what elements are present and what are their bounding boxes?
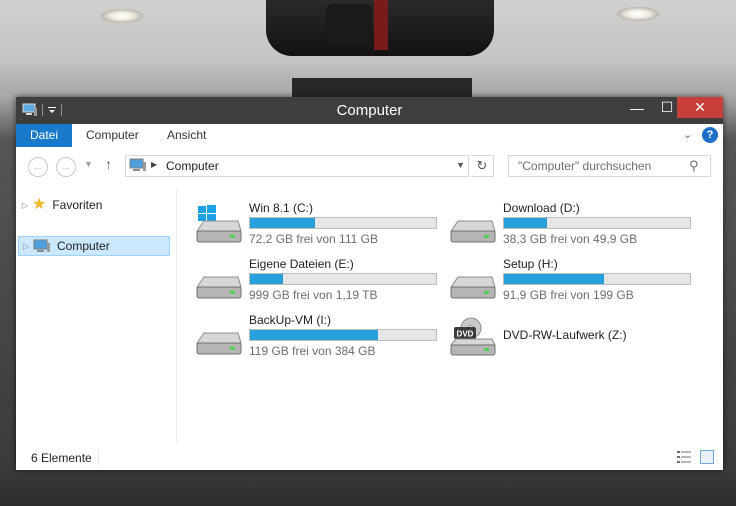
explorer-window: Computer — ☐ ✕ Datei Computer Ansicht ⌄ …: [16, 97, 723, 470]
drive-usage-fill: [250, 274, 284, 284]
search-placeholder: "Computer" durchsuchen: [518, 159, 652, 173]
ceiling-lamp: [101, 9, 143, 23]
tab-file[interactable]: Datei: [16, 124, 72, 147]
drive-name: Download (D:): [503, 201, 580, 215]
address-bar[interactable]: ▶ Computer ▼: [125, 155, 469, 177]
drives-view: Win 8.1 (C:) 72,2 GB frei von 111 GB Dow…: [177, 187, 723, 443]
drive-item[interactable]: Setup (H:) 91,9 GB frei von 199 GB: [448, 257, 691, 303]
minimize-button[interactable]: —: [622, 97, 652, 118]
drive-space-info: 72,2 GB frei von 111 GB: [249, 232, 378, 246]
window-title: Computer: [336, 102, 403, 119]
dvd-drive-icon: DVD: [449, 317, 496, 356]
navigation-pane: ▷ ★ Favoriten ▷ Computer: [16, 187, 177, 443]
ribbon: Datei Computer Ansicht ⌄ ?: [16, 124, 723, 148]
hard-drive-icon: [450, 220, 496, 243]
drive-usage-bar: [249, 329, 437, 341]
drive-space-info: 38,3 GB frei von 49,9 GB: [503, 232, 638, 246]
drive-usage-bar: [249, 217, 437, 229]
tab-computer[interactable]: Computer: [86, 124, 139, 147]
drive-name: Eigene Dateien (E:): [249, 257, 354, 271]
computer-icon: [33, 239, 50, 252]
drive-name: Setup (H:): [503, 257, 558, 271]
status-separator: [98, 449, 99, 465]
recent-locations-icon[interactable]: ▼: [84, 159, 93, 169]
drive-name: DVD-RW-Laufwerk (Z:): [503, 328, 627, 342]
hard-drive-icon: [196, 332, 242, 355]
expand-icon[interactable]: ▷: [18, 201, 32, 210]
address-dropdown-icon[interactable]: ▼: [456, 160, 465, 170]
hard-drive-icon: [450, 276, 496, 299]
status-bar: 6 Elemente: [16, 443, 723, 470]
address-toolbar: ← → ▼ ↑ ▶ Computer ▼ ↻ "Computer" durchs…: [16, 147, 723, 187]
drive-item[interactable]: Win 8.1 (C:) 72,2 GB frei von 111 GB: [194, 201, 437, 247]
expand-ribbon-icon[interactable]: ⌄: [683, 128, 692, 141]
help-icon[interactable]: ?: [702, 127, 718, 143]
large-icons-view-icon[interactable]: [700, 450, 714, 464]
tab-view[interactable]: Ansicht: [167, 124, 206, 147]
drive-usage-fill: [504, 218, 547, 228]
drive-usage-fill: [250, 330, 379, 340]
drive-space-info: 999 GB frei von 1,19 TB: [249, 288, 378, 302]
drive-usage-fill: [250, 218, 316, 228]
up-button[interactable]: ↑: [105, 156, 112, 172]
hard-drive-icon: [196, 276, 242, 299]
nav-item-label: Computer: [57, 239, 110, 253]
drive-name: Win 8.1 (C:): [249, 201, 314, 215]
close-button[interactable]: ✕: [677, 97, 723, 118]
search-icon: ⚲: [689, 158, 699, 173]
drive-space-info: 91,9 GB frei von 199 GB: [503, 288, 634, 302]
nav-item-computer[interactable]: ▷ Computer: [18, 236, 170, 256]
drive-item[interactable]: BackUp-VM (I:) 119 GB frei von 384 GB: [194, 313, 437, 359]
windows-drive-icon: [196, 205, 242, 243]
computer-icon: [129, 158, 146, 171]
drive-item[interactable]: DVD DVD-RW-Laufwerk (Z:): [448, 313, 688, 359]
nav-item-favorites[interactable]: ▷ ★ Favoriten: [18, 195, 102, 215]
drive-usage-fill: [504, 274, 605, 284]
details-view-icon[interactable]: [676, 450, 692, 464]
drive-item[interactable]: Eigene Dateien (E:) 999 GB frei von 1,19…: [194, 257, 437, 303]
breadcrumb[interactable]: Computer: [166, 159, 219, 173]
expand-icon[interactable]: ▷: [19, 242, 33, 251]
refresh-button[interactable]: ↻: [471, 155, 494, 177]
forward-button[interactable]: →: [56, 157, 76, 177]
star-icon: ★: [32, 196, 47, 213]
drive-usage-bar: [249, 273, 437, 285]
title-bar: Computer — ☐ ✕: [16, 97, 723, 124]
drive-space-info: 119 GB frei von 384 GB: [249, 344, 376, 358]
projector: [266, 0, 494, 56]
drive-item[interactable]: Download (D:) 38,3 GB frei von 49,9 GB: [448, 201, 691, 247]
breadcrumb-separator-icon[interactable]: ▶: [151, 160, 157, 169]
drive-usage-bar: [503, 217, 691, 229]
back-button[interactable]: ←: [28, 157, 48, 177]
dvd-badge: DVD: [457, 330, 474, 339]
ceiling-lamp: [617, 7, 659, 21]
search-input[interactable]: "Computer" durchsuchen ⚲: [508, 155, 711, 177]
nav-item-label: Favoriten: [52, 198, 103, 212]
drive-name: BackUp-VM (I:): [249, 313, 332, 327]
drive-usage-bar: [503, 273, 691, 285]
item-count: 6 Elemente: [31, 451, 92, 465]
